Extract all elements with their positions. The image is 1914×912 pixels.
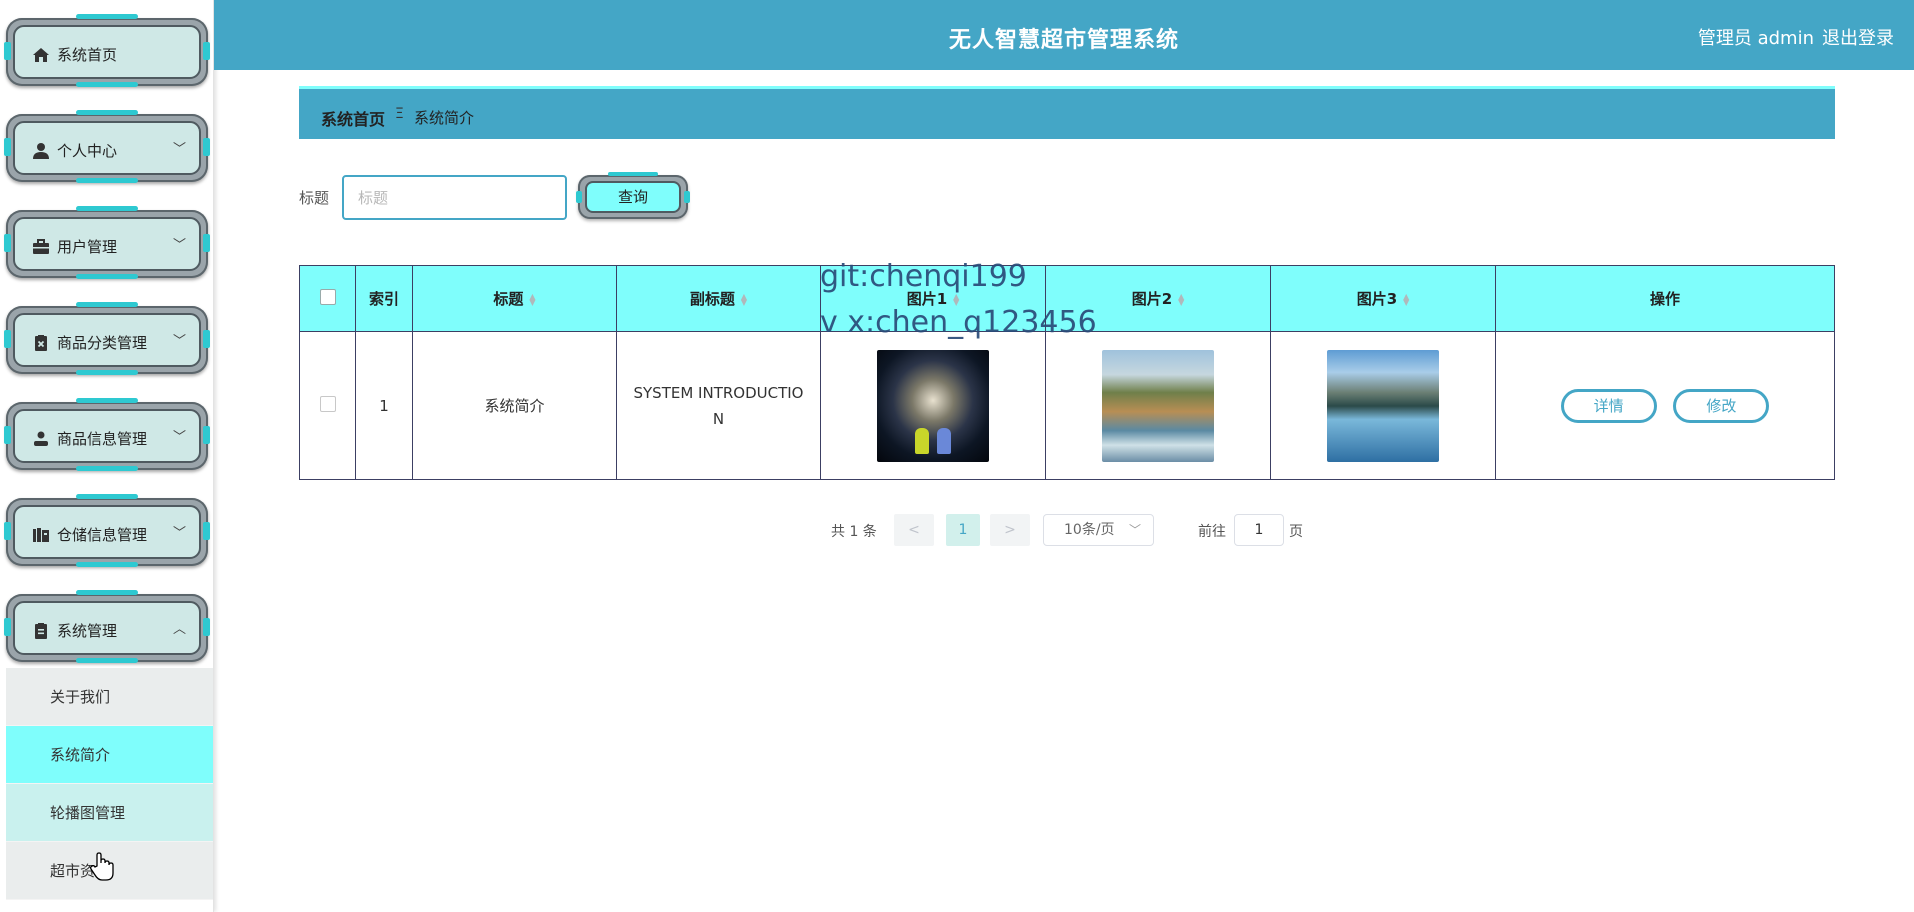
home-icon [33,48,49,62]
sort-icon[interactable]: ▲ ▼ [741,292,747,306]
pagination: 共 1 条 < 1 > 10条/页 ﹀ 前往 页 [0,514,1914,546]
page-size-select[interactable]: 10条/页 ﹀ [1043,514,1154,546]
row-image3-cell [1270,331,1496,480]
submenu-item-carousel[interactable]: 轮播图管理 [6,784,213,842]
row-subtitle: SYSTEM INTRODUCTIO N [616,331,821,480]
image3-thumbnail[interactable] [1327,349,1439,462]
sidebar-item-users[interactable]: 用户管理 ﹀ [4,204,210,279]
sidebar-item-category[interactable]: 商品分类管理 ﹀ [4,300,210,375]
sort-icon[interactable]: ▲ ▼ [953,292,959,306]
column-header-index: 索引 [355,265,413,332]
goto-page-input[interactable] [1234,514,1284,546]
page-size-value: 10条/页 [1064,522,1115,538]
column-header-image3[interactable]: 图片3 ▲ ▼ [1270,265,1496,332]
search-label: 标题 [299,189,330,207]
table-row: 1 系统简介 SYSTEM INTRODUCTIO N 详情 修改 [299,331,1835,480]
clipboard-x-icon [35,335,47,351]
row-title: 系统简介 [412,331,617,480]
logout-link[interactable]: 退出登录 [1822,24,1894,50]
row-checkbox[interactable] [319,395,336,412]
current-user: 管理员 admin [1697,28,1814,49]
person-icon [34,431,48,446]
sidebar-item-label: 系统首页 [57,46,118,64]
sort-icon[interactable]: ▲ ▼ [1178,292,1184,306]
sidebar-item-system[interactable]: 系统管理 ︿ [4,588,210,663]
edit-button[interactable]: 修改 [1673,388,1770,423]
chevron-up-icon: ︿ [172,622,186,637]
hand-cursor-icon [90,852,114,881]
row-image2-cell [1045,331,1271,480]
row-actions-cell: 详情 修改 [1495,331,1835,480]
detail-button[interactable]: 详情 [1560,388,1657,423]
sidebar-item-label: 个人中心 [57,142,118,160]
row-image1-cell [820,331,1046,480]
pagination-total: 共 1 条 [831,524,877,540]
column-header-image1[interactable]: 图片1 ▲ ▼ [820,265,1046,332]
prev-page-button[interactable]: < [894,514,934,546]
breadcrumb: 系统首页 Ξ 系统简介 [299,86,1835,139]
sidebar: 系统首页 个人中心 ﹀ 用户管理 ﹀ 商品分类管理 ﹀ 商品信息管理 ﹀ 仓储信… [0,0,214,912]
page-suffix: 页 [1289,524,1303,540]
user-icon [33,143,49,159]
table-header-row: 索引 标题 ▲ ▼ 副标题 ▲ ▼ 图片1 ▲ ▼ 图片2 ▲ ▼ 图片3 ▲ ▼ 操作 [299,265,1835,332]
column-header-actions: 操作 [1495,265,1835,332]
image2-thumbnail[interactable] [1102,349,1214,462]
sidebar-item-label: 系统管理 [57,622,118,640]
sidebar-item-profile[interactable]: 个人中心 ﹀ [4,108,210,183]
sidebar-item-goods[interactable]: 商品信息管理 ﹀ [4,396,210,471]
sidebar-item-label: 商品信息管理 [57,430,148,448]
breadcrumb-home[interactable]: 系统首页 [321,106,385,130]
top-header: 无人智慧超市管理系统 管理员 admin 退出登录 [214,0,1914,70]
column-header-subtitle[interactable]: 副标题 ▲ ▼ [616,265,821,332]
clipboard-icon [35,623,47,639]
sort-icon[interactable]: ▲ ▼ [1403,292,1409,306]
next-page-button[interactable]: > [990,514,1030,546]
query-button[interactable]: 查询 [576,172,690,219]
chevron-down-icon: ﹀ [172,238,186,253]
sidebar-item-label: 用户管理 [57,238,118,256]
select-all-cell [299,265,356,332]
goto-label: 前往 [1198,524,1226,540]
row-index: 1 [355,331,413,480]
chevron-down-icon: ﹀ [1128,523,1141,537]
data-table: 索引 标题 ▲ ▼ 副标题 ▲ ▼ 图片1 ▲ ▼ 图片2 ▲ ▼ 图片3 ▲ ▼ 操作 1 系统简… [299,265,1835,480]
sidebar-item-label: 商品分类管理 [57,334,148,352]
sidebar-item-home[interactable]: 系统首页 [4,12,210,87]
row-select-cell [299,331,356,480]
app-title: 无人智慧超市管理系统 [948,28,1179,53]
select-all-checkbox[interactable] [319,288,336,305]
chevron-down-icon: ﹀ [172,142,186,157]
chevron-down-icon: ﹀ [172,430,186,445]
image1-thumbnail[interactable] [877,349,989,462]
page-number-button[interactable]: 1 [946,514,980,546]
submenu-item-intro[interactable]: 系统简介 [6,726,213,784]
column-header-image2[interactable]: 图片2 ▲ ▼ [1045,265,1271,332]
submenu-item-about[interactable]: 关于我们 [6,668,213,726]
breadcrumb-current: 系统简介 [414,109,475,127]
chevron-down-icon: ﹀ [172,334,186,349]
query-button-label: 查询 [585,181,681,213]
column-header-title[interactable]: 标题 ▲ ▼ [412,265,617,332]
breadcrumb-separator-icon: Ξ [395,106,404,122]
briefcase-icon [33,239,49,254]
sort-icon[interactable]: ▲ ▼ [529,292,535,306]
title-search-input[interactable] [342,175,567,220]
